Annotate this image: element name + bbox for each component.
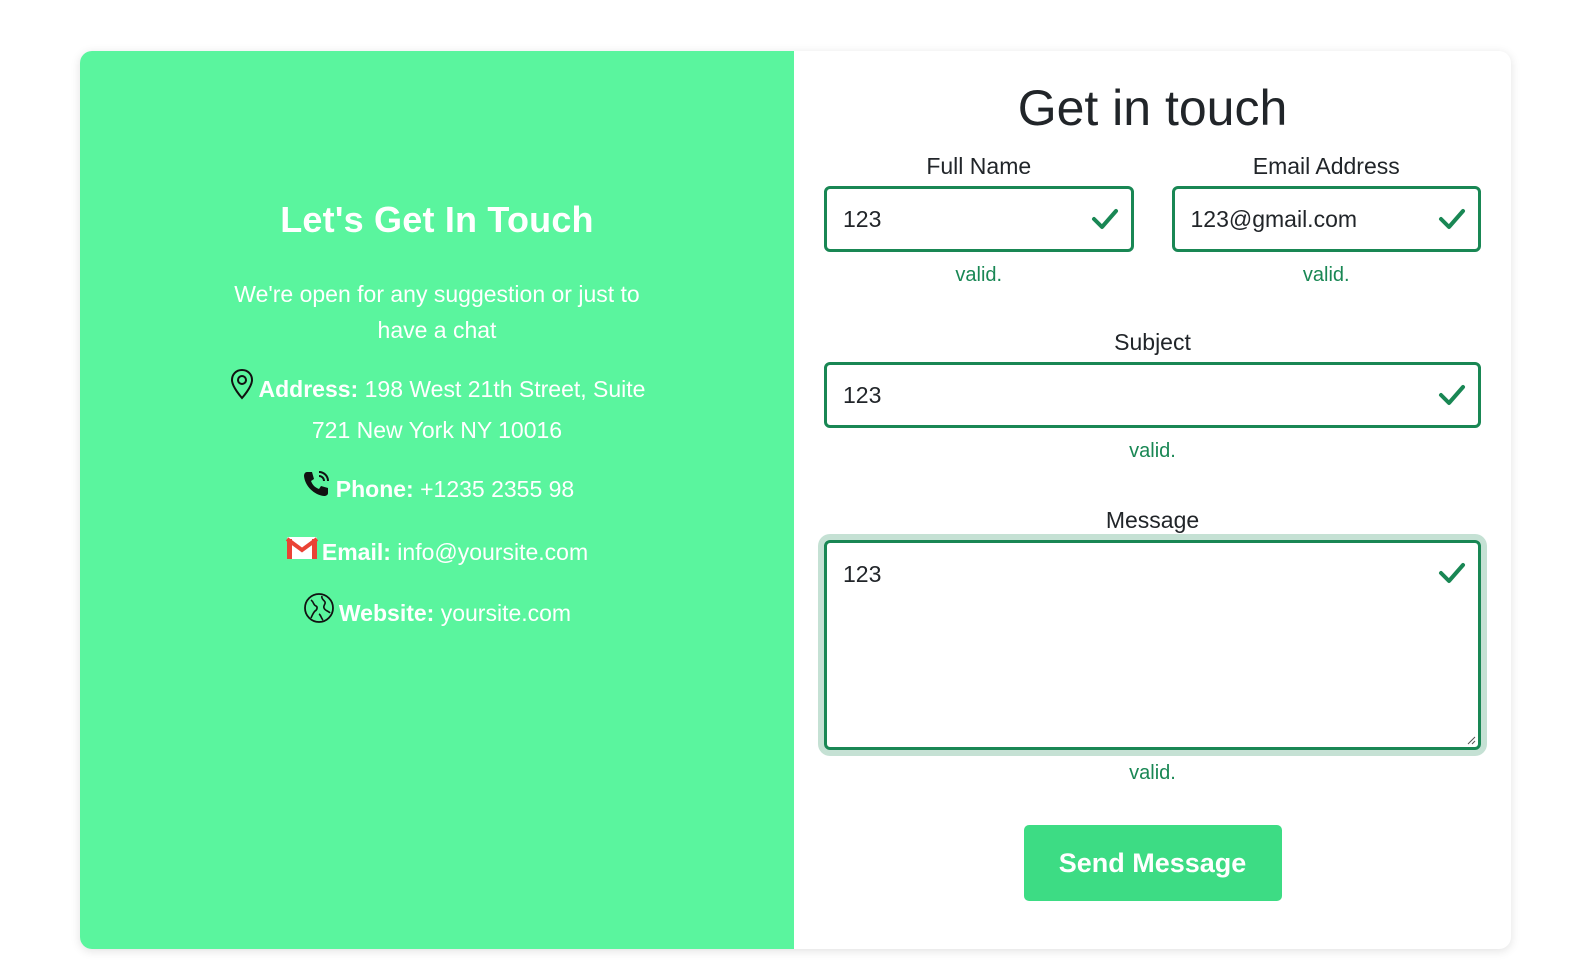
subject-valid-feedback: valid.	[1129, 440, 1176, 462]
valid-check-icon	[1091, 209, 1118, 229]
address-label: Address:	[258, 376, 359, 403]
full-name-field: Full Name valid.	[824, 153, 1134, 287]
message-textarea[interactable]: 123	[827, 543, 1478, 747]
gmail-icon	[285, 534, 319, 570]
contact-form-panel: Get in touch Full Name valid. Email Addr…	[794, 51, 1511, 949]
email-label: Email:	[321, 539, 391, 565]
email-input-wrapper	[1171, 186, 1481, 252]
full-name-input-wrapper	[824, 186, 1134, 252]
globe-icon	[303, 592, 335, 634]
contact-info-panel: Let's Get In Touch We're open for any su…	[80, 51, 794, 949]
email-info: Email: info@yoursite.com	[227, 534, 647, 572]
website-info: Website: yoursite.com	[227, 592, 647, 636]
name-email-row: Full Name valid. Email Address va	[824, 153, 1481, 287]
subject-input[interactable]	[827, 365, 1478, 425]
valid-check-icon	[1439, 209, 1465, 229]
address-value: 198 West 21th Street, Suite 721 New York…	[311, 376, 646, 443]
full-name-label: Full Name	[926, 153, 1032, 179]
full-name-input[interactable]	[827, 189, 1131, 249]
subject-input-wrapper	[824, 362, 1481, 428]
message-input-wrapper: 123	[824, 540, 1481, 750]
message-field: Message 123 valid.	[824, 507, 1481, 785]
contact-card: Let's Get In Touch We're open for any su…	[80, 51, 1511, 949]
phone-value: +1235 2355 98	[420, 476, 575, 503]
email-field: Email Address valid.	[1171, 153, 1481, 287]
phone-icon	[300, 468, 332, 510]
valid-check-icon	[1439, 385, 1465, 405]
message-label: Message	[1105, 507, 1200, 533]
send-message-button[interactable]: Send Message	[1023, 825, 1282, 901]
email-valid-feedback: valid.	[1302, 264, 1350, 286]
form-title: Get in touch	[1017, 80, 1288, 136]
email-value: info@yoursite.com	[397, 539, 589, 565]
contact-panel-tagline: We're open for any suggestion or just to…	[234, 281, 640, 343]
website-label: Website:	[338, 600, 435, 626]
resize-handle-icon[interactable]	[1466, 735, 1476, 745]
full-name-valid-feedback: valid.	[955, 264, 1003, 286]
address-info: Address: 198 West 21th Street, Suite 721…	[227, 368, 647, 448]
location-pin-icon	[229, 368, 255, 410]
subject-field: Subject valid.	[824, 329, 1481, 463]
phone-info: Phone: +1235 2355 98	[227, 470, 647, 512]
email-label: Email Address	[1252, 153, 1400, 179]
website-value: yoursite.com	[440, 600, 572, 626]
email-input[interactable]	[1174, 189, 1478, 249]
valid-check-icon	[1439, 563, 1465, 583]
phone-label: Phone:	[335, 476, 414, 503]
subject-label: Subject	[1114, 329, 1191, 355]
contact-panel-title: Let's Get In Touch	[280, 199, 594, 240]
message-valid-feedback: valid.	[1129, 762, 1176, 784]
